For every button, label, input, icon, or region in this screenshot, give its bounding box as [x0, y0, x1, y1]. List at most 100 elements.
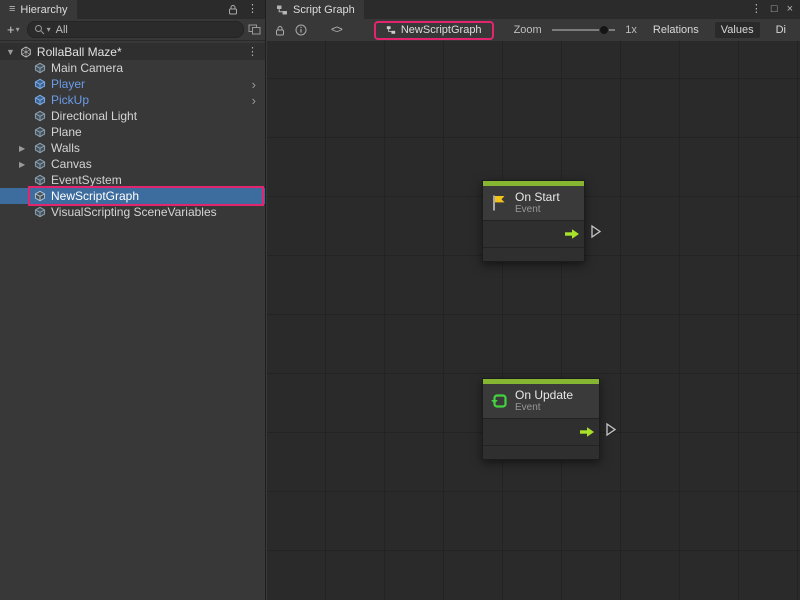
node-subtitle: Event [515, 204, 560, 215]
zoom-label: Zoom [514, 24, 542, 36]
node-footer [483, 445, 599, 459]
item-label: Directional Light [51, 109, 137, 123]
on-update-node[interactable]: On Update Event [482, 378, 600, 460]
node-header[interactable]: On Start Event [483, 186, 584, 220]
node-text: On Start Event [515, 191, 560, 215]
unity-editor-window: ≡ Hierarchy ⋮ + ▾ ▾ All [0, 0, 800, 600]
info-icon[interactable] [295, 24, 307, 36]
item-label: Walls [51, 141, 80, 155]
flag-icon [489, 193, 509, 213]
hierarchy-tab-controls: ⋮ [221, 0, 265, 19]
on-start-node[interactable]: On Start Event [482, 180, 585, 262]
graph-canvas[interactable]: On Start Event [267, 41, 800, 600]
hierarchy-tabstrip: ≡ Hierarchy ⋮ [0, 0, 265, 19]
item-label: Player [51, 77, 85, 91]
graph-title-label: NewScriptGraph [401, 24, 482, 36]
gameobject-cube-icon [34, 174, 46, 186]
item-label: Canvas [51, 157, 92, 171]
node-footer [483, 247, 584, 261]
hierarchy-item-eventsystem[interactable]: EventSystem [0, 172, 265, 188]
search-icon [34, 24, 45, 35]
node-port-row [483, 418, 599, 445]
relations-toggle[interactable]: Relations [647, 22, 705, 38]
output-port-arrow-icon[interactable] [564, 228, 580, 240]
gameobject-cube-icon [34, 126, 46, 138]
zoom-value: 1x [625, 24, 637, 36]
node-title: On Update [515, 389, 573, 402]
hierarchy-panel: ≡ Hierarchy ⋮ + ▾ ▾ All [0, 0, 266, 600]
menu-icon: ≡ [9, 4, 15, 15]
chevron-right-icon[interactable]: › [252, 94, 256, 107]
dropdown-caret-icon: ▾ [16, 25, 20, 34]
gameobject-cube-icon [34, 206, 46, 218]
kebab-icon[interactable]: ⋮ [247, 45, 258, 58]
expand-triangle-icon[interactable]: ▶ [19, 160, 25, 169]
connection-triangle-icon[interactable] [590, 224, 602, 239]
node-port-row [483, 220, 584, 247]
dim-toggle[interactable]: Di [770, 22, 792, 38]
item-label: EventSystem [51, 173, 122, 187]
zoom-slider-knob[interactable] [599, 25, 609, 35]
node-subtitle: Event [515, 402, 573, 413]
node-text: On Update Event [515, 389, 573, 413]
hierarchy-scene-row[interactable]: ▼ RollaBall Maze* ⋮ [0, 43, 265, 60]
lock-icon[interactable] [228, 4, 238, 15]
collapse-icon[interactable]: ▼ [6, 47, 15, 57]
gameobject-cube-icon [34, 158, 46, 170]
script-graph-asset-icon [386, 25, 396, 35]
close-icon[interactable]: × [787, 4, 793, 15]
search-window-icon[interactable] [248, 24, 261, 35]
gameobject-cube-icon [34, 62, 46, 74]
hierarchy-tree: ▼ RollaBall Maze* ⋮ Main Camera Player ›… [0, 41, 265, 220]
search-filter-caret-icon: ▾ [47, 25, 51, 34]
item-label: VisualScripting SceneVariables [51, 205, 217, 219]
hierarchy-item-canvas[interactable]: ▶ Canvas [0, 156, 265, 172]
node-title: On Start [515, 191, 560, 204]
tab-script-graph[interactable]: Script Graph [267, 0, 364, 19]
hierarchy-item-pickup[interactable]: PickUp › [0, 92, 265, 108]
hierarchy-item-main-camera[interactable]: Main Camera [0, 60, 265, 76]
graph-tab-icon [276, 4, 288, 16]
unity-scene-icon [20, 46, 32, 58]
values-toggle[interactable]: Values [715, 22, 760, 38]
hierarchy-item-player[interactable]: Player › [0, 76, 265, 92]
kebab-icon[interactable]: ⋮ [247, 4, 258, 15]
gameobject-cube-icon [34, 142, 46, 154]
item-label: Main Camera [51, 61, 123, 75]
output-port-arrow-icon[interactable] [579, 426, 595, 438]
hierarchy-item-directional-light[interactable]: Directional Light [0, 108, 265, 124]
search-text: All [56, 24, 68, 36]
tab-hierarchy[interactable]: ≡ Hierarchy [0, 0, 77, 19]
gameobject-cube-icon [34, 110, 46, 122]
item-label: Plane [51, 125, 82, 139]
hierarchy-tab-label: Hierarchy [20, 4, 67, 16]
expand-triangle-icon[interactable]: ▶ [19, 144, 25, 153]
maximize-icon[interactable]: □ [771, 4, 778, 15]
graph-tabstrip: Script Graph ⋮ □ × [267, 0, 800, 19]
window-controls: ⋮ □ × [744, 0, 800, 19]
hierarchy-item-newscriptgraph[interactable]: NewScriptGraph [0, 188, 265, 204]
kebab-icon[interactable]: ⋮ [751, 4, 762, 15]
hierarchy-item-walls[interactable]: ▶ Walls [0, 140, 265, 156]
add-gameobject-button[interactable]: + ▾ [4, 22, 23, 37]
chevron-right-icon[interactable]: › [252, 78, 256, 91]
graph-toolbar: <> NewScriptGraph Zoom 1x Relations Valu… [267, 19, 800, 42]
hierarchy-search-input[interactable]: ▾ All [27, 21, 244, 38]
hierarchy-item-visualscripting-scenevariables[interactable]: VisualScripting SceneVariables [0, 204, 265, 220]
script-graph-panel: Script Graph ⋮ □ × <> NewScriptGraph [267, 0, 800, 600]
node-header[interactable]: On Update Event [483, 384, 599, 418]
loop-icon [489, 391, 509, 411]
graph-tab-label: Script Graph [293, 4, 355, 16]
plus-label: + [7, 22, 15, 37]
code-icon[interactable]: <> [331, 24, 342, 36]
graph-title-button[interactable]: NewScriptGraph [374, 21, 494, 40]
hierarchy-item-plane[interactable]: Plane [0, 124, 265, 140]
zoom-slider[interactable] [552, 24, 616, 36]
lock-icon[interactable] [275, 25, 285, 36]
scene-name: RollaBall Maze* [37, 45, 122, 59]
item-label: NewScriptGraph [51, 189, 139, 203]
prefab-cube-icon [34, 94, 46, 106]
gameobject-cube-icon [34, 190, 46, 202]
hierarchy-toolbar: + ▾ ▾ All [0, 19, 265, 41]
connection-triangle-icon[interactable] [605, 422, 617, 437]
